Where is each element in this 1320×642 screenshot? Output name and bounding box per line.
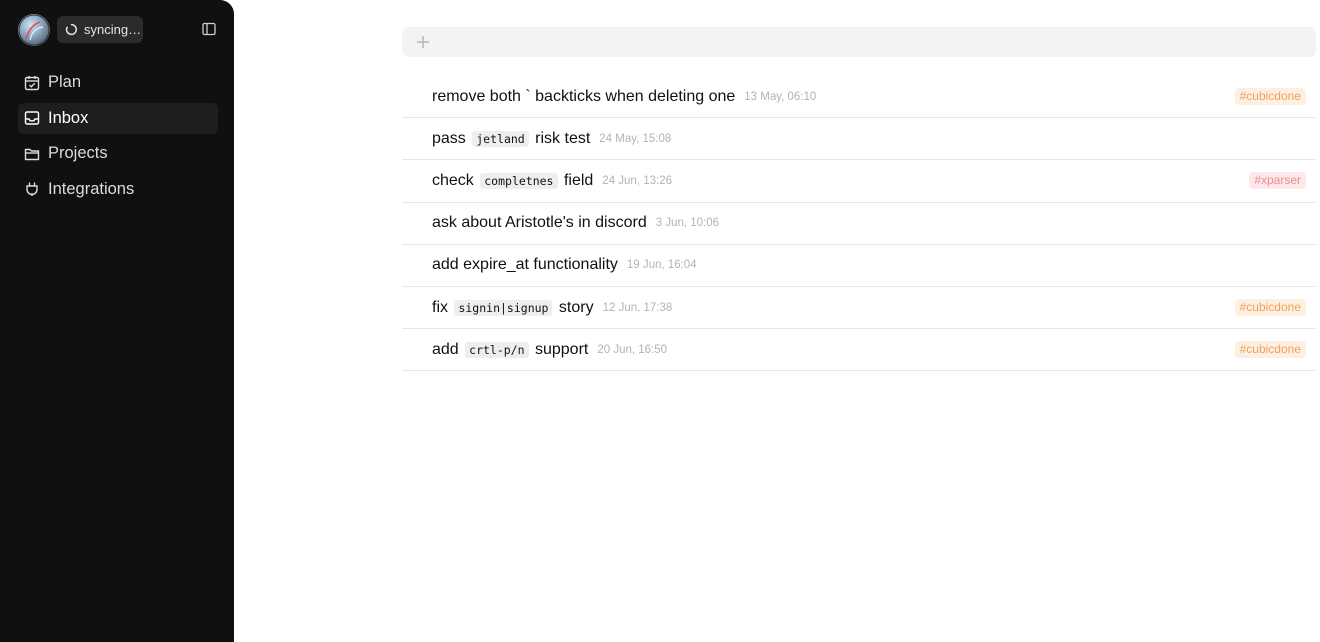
inbox-icon bbox=[24, 111, 40, 125]
sync-status-button[interactable]: syncing… bbox=[57, 16, 143, 43]
sidebar-item-label: Integrations bbox=[48, 179, 135, 198]
task-row[interactable]: add crtl-p/n support 20 Jun, 16:50 #cubi… bbox=[402, 329, 1316, 372]
task-tag[interactable]: #cubicdone bbox=[1234, 88, 1306, 105]
task-date: 12 Jun, 17:38 bbox=[602, 301, 673, 314]
task-title-text: ask about Aristotle's in discord bbox=[432, 214, 647, 232]
sidebar-nav: Plan Inbox Projects Integrations bbox=[18, 67, 218, 209]
sidebar-item-label: Plan bbox=[48, 73, 82, 91]
add-task-bar[interactable] bbox=[402, 27, 1316, 57]
sidebar-toggle-icon bbox=[202, 22, 216, 36]
task-title-text: field bbox=[559, 171, 594, 189]
inline-code: completnes bbox=[480, 172, 558, 189]
task-title-text: fix bbox=[432, 298, 453, 316]
task-title-text: add bbox=[432, 340, 464, 358]
task-title-text: pass bbox=[432, 129, 471, 147]
task-date: 24 Jun, 13:26 bbox=[602, 174, 672, 187]
task-list: remove both ` backticks when deleting on… bbox=[402, 76, 1316, 372]
sync-spinner-icon bbox=[65, 23, 78, 36]
avatar-illustration bbox=[18, 14, 50, 46]
plug-icon bbox=[26, 182, 38, 196]
task-title[interactable]: add expire_at functionality bbox=[432, 256, 618, 274]
task-row[interactable]: ask about Aristotle's in discord 3 Jun, … bbox=[402, 203, 1316, 245]
inline-code: jetland bbox=[472, 130, 529, 147]
task-title[interactable]: add crtl-p/n support bbox=[432, 341, 588, 359]
sync-status-label: syncing… bbox=[84, 22, 142, 37]
task-tag[interactable]: #cubicdone bbox=[1234, 298, 1306, 316]
task-title[interactable]: remove both ` backticks when deleting on… bbox=[432, 88, 735, 106]
task-title[interactable]: fix signin|signup story bbox=[432, 299, 594, 317]
sidebar-item-plan[interactable]: Plan bbox=[18, 67, 218, 98]
task-tag[interactable]: #cubicdone bbox=[1234, 341, 1306, 359]
calendar-check-icon bbox=[24, 75, 40, 90]
task-row[interactable]: fix signin|signup story 12 Jun, 17:38 #c… bbox=[402, 287, 1316, 330]
sidebar-toggle-button[interactable] bbox=[202, 22, 216, 36]
task-title-text: risk test bbox=[530, 129, 591, 147]
sidebar-item-label: Inbox bbox=[48, 108, 89, 127]
task-date: 3 Jun, 10:06 bbox=[655, 217, 720, 230]
inline-code: signin|signup bbox=[454, 299, 553, 316]
task-tag[interactable]: #xparser bbox=[1249, 172, 1306, 190]
task-title-text: check bbox=[432, 171, 479, 189]
task-title-text: story bbox=[554, 298, 594, 316]
task-row[interactable]: pass jetland risk test 24 May, 15:08 bbox=[402, 118, 1316, 161]
avatar[interactable] bbox=[18, 14, 50, 46]
sidebar-item-integrations[interactable]: Integrations bbox=[18, 174, 218, 205]
task-title[interactable]: check completnes field bbox=[432, 172, 593, 190]
sidebar-item-label: Projects bbox=[48, 144, 108, 162]
task-date: 20 Jun, 16:50 bbox=[597, 343, 668, 356]
task-title-text: remove both ` backticks when deleting on… bbox=[432, 87, 736, 105]
task-row[interactable]: add expire_at functionality 19 Jun, 16:0… bbox=[402, 245, 1316, 287]
task-date: 19 Jun, 16:04 bbox=[626, 259, 697, 272]
task-title[interactable]: ask about Aristotle's in discord bbox=[432, 214, 647, 232]
task-date: 24 May, 15:08 bbox=[599, 132, 672, 145]
task-row[interactable]: remove both ` backticks when deleting on… bbox=[402, 76, 1316, 119]
task-title-text: add expire_at functionality bbox=[432, 256, 618, 274]
folder-icon bbox=[24, 148, 40, 160]
sidebar-item-inbox[interactable]: Inbox bbox=[18, 102, 218, 134]
inline-code: crtl-p/n bbox=[465, 341, 529, 358]
plus-icon[interactable] bbox=[416, 35, 430, 49]
sidebar: syncing… Plan Inbox Projects Integration… bbox=[0, 0, 234, 642]
task-date: 13 May, 06:10 bbox=[744, 90, 817, 103]
sidebar-item-projects[interactable]: Projects bbox=[18, 138, 218, 169]
task-title-text: support bbox=[530, 340, 589, 358]
task-row[interactable]: check completnes field 24 Jun, 13:26 #xp… bbox=[402, 160, 1316, 203]
task-title[interactable]: pass jetland risk test bbox=[432, 130, 590, 148]
